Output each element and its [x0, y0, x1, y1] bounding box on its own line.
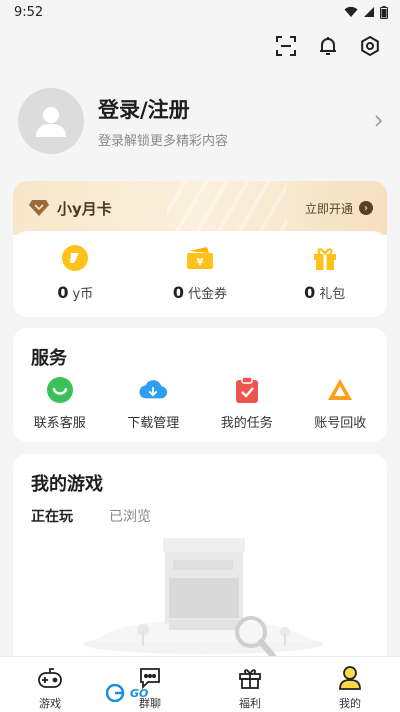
- open-now-link[interactable]: 立即开通 ›: [305, 200, 373, 217]
- diamond-badge-icon: [29, 200, 49, 216]
- service-label: 联系客服: [33, 416, 86, 431]
- wallet-item-gift[interactable]: 0 礼包: [270, 243, 380, 317]
- voucher-unit: 代金券: [188, 287, 228, 302]
- service-download-manager[interactable]: 下载管理: [110, 376, 196, 431]
- tab-now-playing[interactable]: 正在玩: [31, 506, 73, 526]
- service-account-recycle[interactable]: 账号回收: [297, 376, 383, 431]
- wallet-item-voucher[interactable]: ¥ 0 代金券: [145, 243, 255, 317]
- voucher-icon: ¥: [185, 243, 215, 273]
- service-label: 我的任务: [220, 416, 273, 431]
- ycoin-value: 0: [57, 283, 69, 302]
- default-avatar-icon: [36, 107, 66, 137]
- gift-unit: 礼包: [319, 287, 346, 302]
- chevron-right-icon[interactable]: [370, 113, 386, 129]
- svg-text:¥: ¥: [197, 257, 204, 268]
- top-actions: [274, 34, 382, 58]
- wallet-item-ycoin[interactable]: 0 y币: [20, 243, 130, 317]
- download-cloud-icon: [139, 376, 168, 404]
- user-icon: [337, 665, 363, 691]
- open-now-label[interactable]: 立即开通: [305, 200, 353, 217]
- watermark-logo-icon: [106, 684, 125, 702]
- arrow-right-icon[interactable]: ›: [359, 201, 373, 215]
- service-label: 账号回收: [314, 416, 367, 431]
- nav-item-games[interactable]: 游戏: [10, 657, 90, 712]
- service-customer-support[interactable]: 联系客服: [17, 376, 103, 431]
- customer-service-icon: [46, 376, 74, 404]
- nav-item-mine[interactable]: 我的: [310, 657, 390, 712]
- signal-icon: [364, 7, 374, 17]
- site-watermark: GO: [106, 682, 198, 704]
- service-label: 下载管理: [127, 416, 180, 431]
- bottom-nav: 游戏 群聊 福利 我的: [0, 656, 400, 712]
- nav-label-welfare: 福利: [239, 697, 261, 710]
- gift-value: 0: [304, 283, 316, 302]
- y-coin-icon: [60, 243, 90, 273]
- service-my-tasks[interactable]: 我的任务: [204, 376, 290, 431]
- recycle-icon: [326, 376, 354, 404]
- watermark-text: GO: [130, 686, 149, 700]
- month-card: 小y月卡 立即开通 › 0 y币 ¥ 0 代金券 0 礼包: [13, 181, 387, 317]
- task-clipboard-icon: [233, 376, 261, 404]
- voucher-value: 0: [172, 283, 185, 302]
- battery-icon: [380, 5, 388, 19]
- month-card-header[interactable]: 小y月卡 立即开通 ›: [13, 181, 387, 235]
- my-games-section: 我的游戏 正在玩 已浏览: [13, 454, 387, 664]
- scan-icon[interactable]: [274, 34, 298, 58]
- empty-state-illustration: [83, 538, 323, 659]
- my-games-title: 我的游戏: [31, 474, 103, 495]
- services-title: 服务: [31, 348, 67, 369]
- avatar[interactable]: [18, 88, 84, 154]
- bell-icon[interactable]: [316, 34, 340, 58]
- wallet-panel: 0 y币 ¥ 0 代金券 0 礼包: [13, 231, 387, 317]
- tab-browsed[interactable]: 已浏览: [109, 506, 151, 526]
- ycoin-unit: y币: [72, 287, 94, 302]
- status-bar: 9:52: [0, 0, 400, 24]
- month-card-title: 小y月卡: [57, 199, 112, 218]
- gift-box-icon: [237, 665, 263, 691]
- gift-icon: [310, 243, 340, 273]
- login-title[interactable]: 登录/注册: [98, 94, 370, 124]
- wifi-icon: [344, 6, 358, 17]
- nav-label-games: 游戏: [39, 697, 61, 710]
- settings-gear-icon[interactable]: [358, 34, 382, 58]
- login-subtitle: 登录解锁更多精彩内容: [98, 133, 229, 149]
- gamepad-icon: [37, 665, 63, 691]
- nav-label-mine: 我的: [339, 697, 361, 710]
- status-time: 9:52: [14, 4, 44, 20]
- services-section: 服务 联系客服 下载管理 我的任务 账号回收: [13, 328, 387, 442]
- nav-item-welfare[interactable]: 福利: [210, 657, 290, 712]
- profile-login-row[interactable]: 登录/注册 登录解锁更多精彩内容: [18, 86, 386, 156]
- status-icons: [344, 5, 388, 19]
